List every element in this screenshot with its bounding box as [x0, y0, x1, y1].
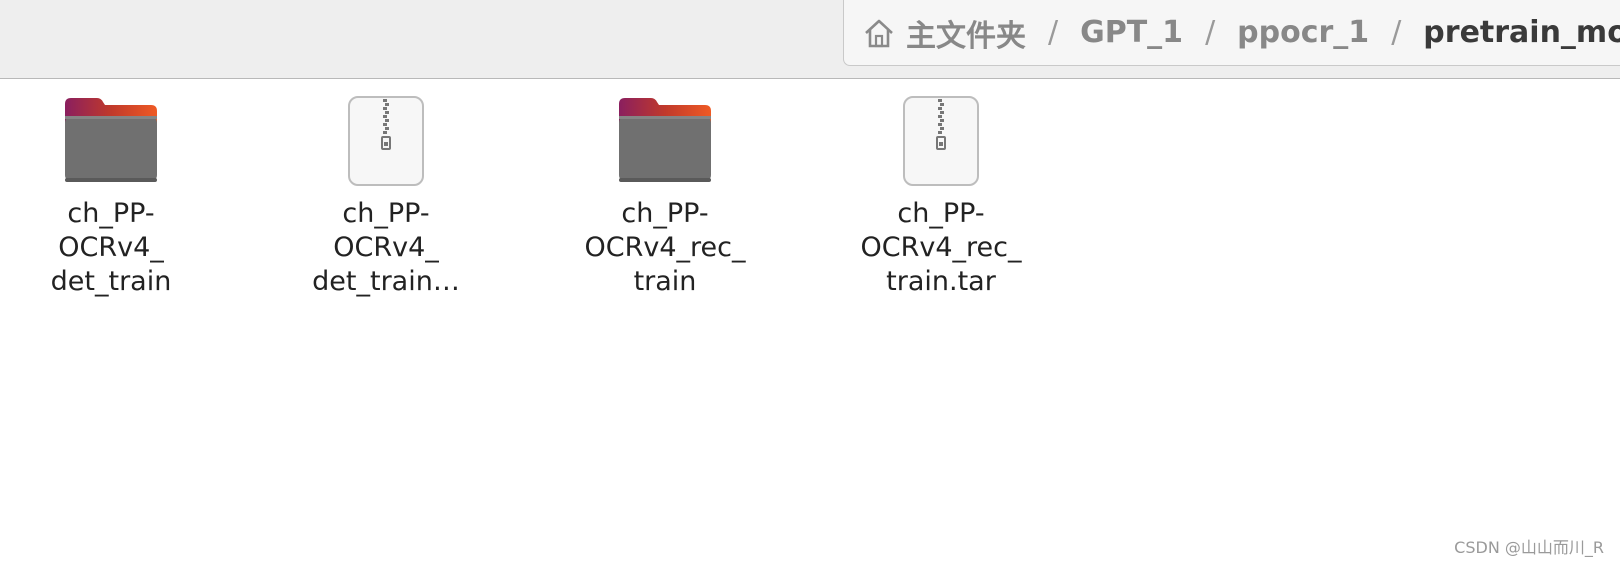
file-name-line: train [633, 266, 697, 297]
folder-icon [63, 93, 159, 189]
breadcrumb-separator: / [1391, 15, 1402, 50]
file-item-det-train[interactable]: ch_PP- OCRv4_ det_train [16, 93, 206, 299]
file-item-rec-train[interactable]: ch_PP- OCRv4_rec_ train [570, 93, 760, 299]
breadcrumb-current[interactable]: pretrain_models [1423, 15, 1620, 50]
breadcrumb-separator: / [1205, 15, 1216, 50]
breadcrumb-home[interactable]: 主文件夹 [906, 11, 1026, 55]
file-name-line: ch_PP- [342, 198, 430, 229]
breadcrumb-ppocr-1[interactable]: ppocr_1 [1237, 15, 1369, 50]
watermark: CSDN @山山而川_R [1454, 538, 1604, 557]
file-name: ch_PP- OCRv4_ det_train… [301, 197, 471, 299]
path-bar: 主文件夹 / GPT_1 / ppocr_1 / pretrain_models [843, 0, 1620, 66]
file-name-line: ch_PP- [621, 198, 709, 229]
file-name: ch_PP- OCRv4_rec_ train.tar [856, 197, 1026, 299]
breadcrumb-separator: / [1048, 15, 1059, 50]
archive-icon [338, 93, 434, 189]
home-icon[interactable] [862, 16, 896, 50]
file-item-rec-train-tar[interactable]: ch_PP- OCRv4_rec_ train.tar [846, 93, 1036, 299]
file-name-line: det_train… [312, 266, 460, 297]
file-name-line: OCRv4_rec_ [860, 232, 1022, 263]
archive-icon [893, 93, 989, 189]
file-name-line: train.tar [886, 266, 996, 297]
file-name-line: OCRv4_ [333, 232, 439, 263]
file-name: ch_PP- OCRv4_ det_train [26, 197, 196, 299]
file-name: ch_PP- OCRv4_rec_ train [580, 197, 750, 299]
file-name-line: OCRv4_rec_ [584, 232, 746, 263]
file-name-line: ch_PP- [897, 198, 985, 229]
file-name-line: ch_PP- [67, 198, 155, 229]
breadcrumb-gpt-1[interactable]: GPT_1 [1080, 15, 1183, 50]
file-grid: ch_PP- OCRv4_ det_train ch_PP- OCRv4_ de… [0, 79, 1620, 568]
file-name-line: OCRv4_ [58, 232, 164, 263]
header-bar: 主文件夹 / GPT_1 / ppocr_1 / pretrain_models [0, 0, 1620, 79]
file-item-det-train-archive[interactable]: ch_PP- OCRv4_ det_train… [291, 93, 481, 299]
file-name-line: det_train [50, 266, 172, 297]
folder-icon [617, 93, 713, 189]
